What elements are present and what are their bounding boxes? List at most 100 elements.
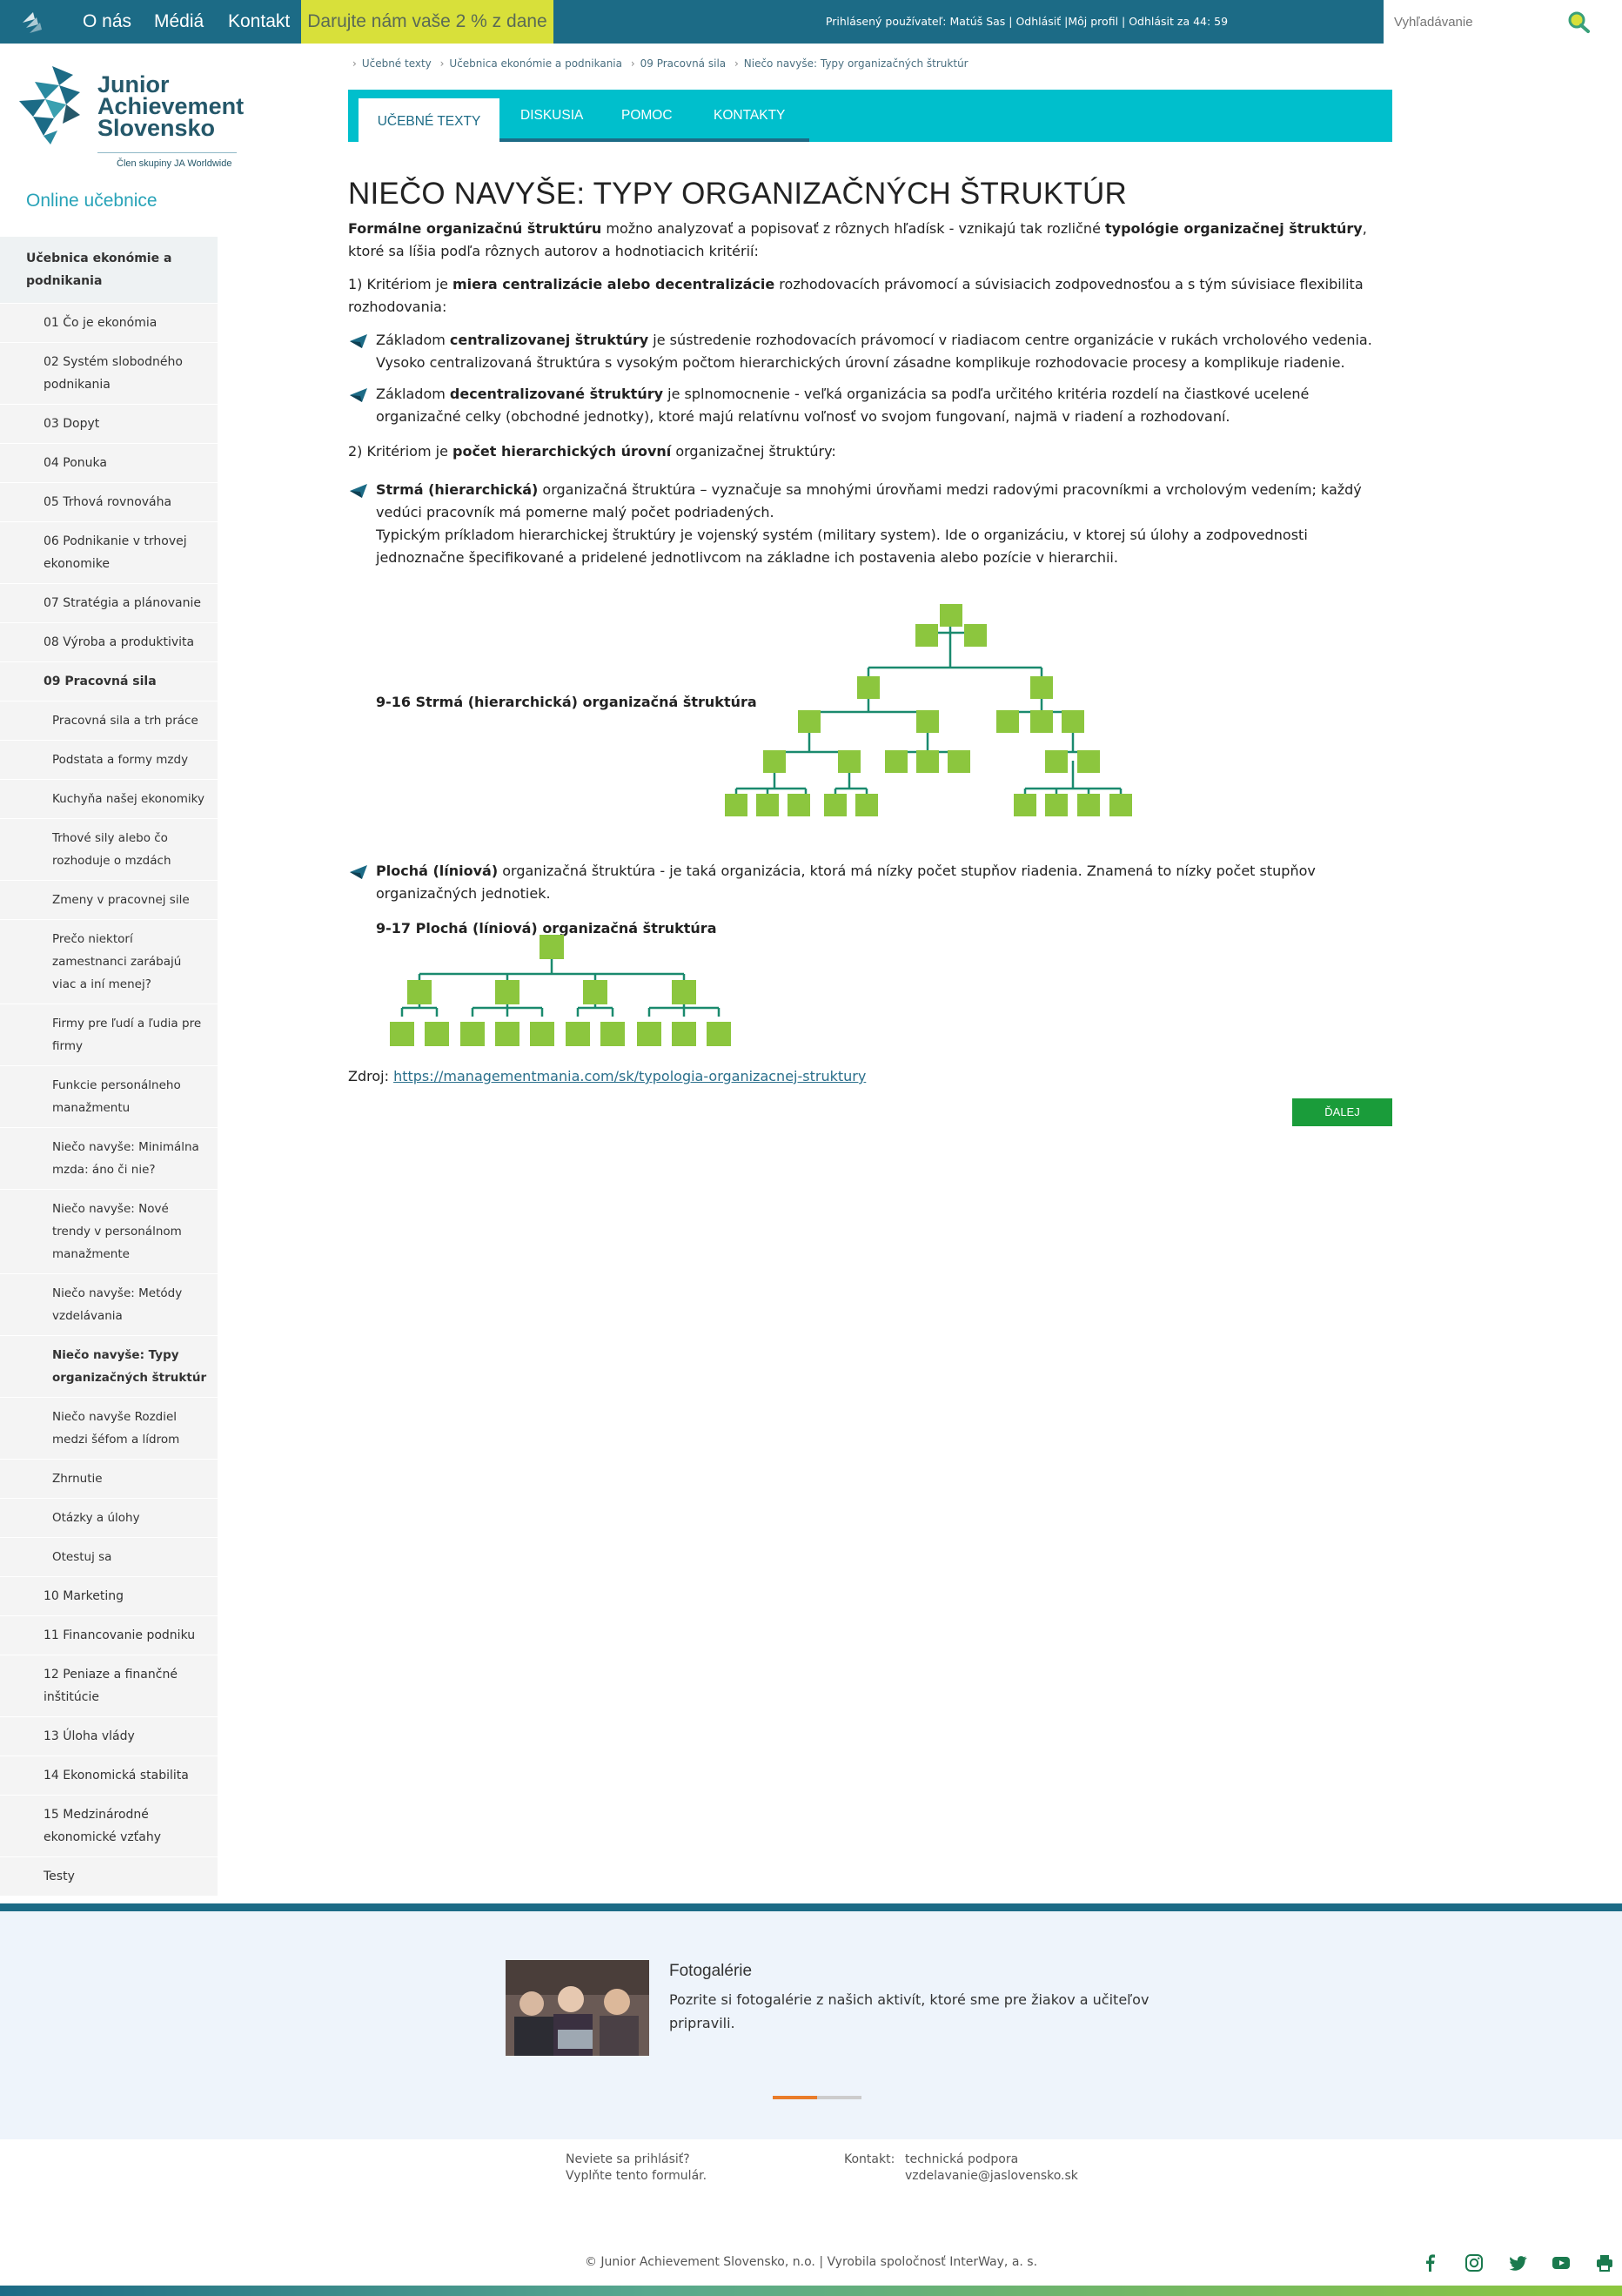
sidebar-item[interactable]: Niečo navyše: Typy organizačných štruktú… bbox=[0, 1336, 218, 1398]
nav-kontakt[interactable]: Kontakt bbox=[228, 0, 290, 44]
gallery-title[interactable]: Fotogalérie bbox=[669, 1962, 752, 1981]
content-tabs: UČEBNÉ TEXTY DISKUSIA POMOC KONTAKTY bbox=[348, 90, 1392, 142]
sidebar-title[interactable]: Online učebnice bbox=[26, 191, 158, 211]
bullet-flat: Plochá (líniová) organizačná štruktúra -… bbox=[348, 860, 1392, 905]
tab-pomoc[interactable]: POMOC bbox=[621, 90, 673, 142]
breadcrumb-current: Niečo navyše: Typy organizačných štruktú… bbox=[743, 57, 969, 70]
sidebar-item[interactable]: Otázky a úlohy bbox=[0, 1499, 218, 1538]
sidebar-item[interactable]: Pracovná sila a trh práce bbox=[0, 702, 218, 741]
sidebar-item[interactable]: Podstata a formy mzdy bbox=[0, 741, 218, 780]
sidebar-item[interactable]: Niečo navyše: Minimálna mzda: áno či nie… bbox=[0, 1128, 218, 1190]
user-info: Prihlásený používateľ: Matúš Sas | Odhlá… bbox=[825, 15, 1229, 28]
sidebar-item[interactable]: Firmy pre ľudí a ľudia pre firmy bbox=[0, 1004, 218, 1066]
bullet-arrow-icon bbox=[350, 865, 367, 879]
tab-kontakty[interactable]: KONTAKTY bbox=[714, 90, 785, 142]
top-bar: O nás Médiá Kontakt Darujte nám vaše 2 %… bbox=[0, 0, 1622, 44]
sidebar-item[interactable]: 07 Stratégia a plánovanie bbox=[0, 584, 218, 623]
login-form-link[interactable]: Vyplňte tento formulár. bbox=[566, 2168, 707, 2185]
nav-o-nas[interactable]: O nás bbox=[83, 0, 131, 44]
sidebar-item[interactable]: 15 Medzinárodné ekonomické vzťahy bbox=[0, 1796, 218, 1857]
carousel-pager[interactable] bbox=[773, 2096, 861, 2099]
bullet-steep: Strmá (hierarchická) organizačná štruktú… bbox=[348, 479, 1392, 569]
copyright: © Junior Achievement Slovensko, n.o. | V… bbox=[584, 2255, 1038, 2269]
tabs-underline bbox=[499, 138, 809, 142]
sidebar-item[interactable]: 08 Výroba a produktivita bbox=[0, 623, 218, 662]
login-help: Neviete sa prihlásiť? Vyplňte tento form… bbox=[566, 2152, 707, 2185]
logo-tagline: Člen skupiny JA Worldwide bbox=[117, 158, 232, 169]
sidebar-item[interactable]: Zmeny v pracovnej sile bbox=[0, 881, 218, 920]
bullet-arrow-icon bbox=[350, 334, 367, 348]
sidebar-item[interactable]: Niečo navyše Rozdiel medzi šéfom a lídro… bbox=[0, 1398, 218, 1460]
breadcrumb-chevron-icon: › bbox=[734, 57, 739, 70]
breadcrumb-item[interactable]: 09 Pracovná sila bbox=[640, 57, 726, 70]
main-content: NIEČO NAVYŠE: TYPY ORGANIZAČNÝCH ŠTRUKTÚ… bbox=[348, 174, 1392, 1130]
figure-caption-9-16: 9-16 Strmá (hierarchická) organizačná št… bbox=[376, 694, 757, 710]
sidebar-item[interactable]: Kuchyňa našej ekonomiky bbox=[0, 780, 218, 819]
sidebar-item[interactable]: 05 Trhová rovnováha bbox=[0, 483, 218, 522]
twitter-icon[interactable] bbox=[1508, 2253, 1527, 2273]
sidebar-item[interactable]: 12 Peniaze a finančné inštitúcie bbox=[0, 1655, 218, 1717]
sidebar-item[interactable]: 13 Úloha vlády bbox=[0, 1717, 218, 1756]
sidebar-item[interactable]: Učebnica ekonómie a podnikania bbox=[0, 237, 218, 304]
footer-top-stripe bbox=[0, 1903, 1622, 1911]
sidebar-item[interactable]: Otestuj sa bbox=[0, 1538, 218, 1577]
logo-text-slovensko: Slovensko bbox=[97, 115, 216, 141]
bullet-arrow-icon bbox=[350, 388, 367, 402]
sidebar-item[interactable]: Niečo navyše: Nové trendy v personálnom … bbox=[0, 1190, 218, 1274]
donate-button[interactable]: Darujte nám vaše 2 % z dane bbox=[301, 0, 553, 44]
tab-ucebne-texty[interactable]: UČEBNÉ TEXTY bbox=[359, 98, 499, 142]
sidebar-item[interactable]: 03 Dopyt bbox=[0, 405, 218, 444]
youtube-icon[interactable] bbox=[1552, 2253, 1571, 2273]
breadcrumb: › Učebné texty › Učebnica ekonómie a podni… bbox=[352, 57, 974, 70]
flat-org-chart bbox=[390, 935, 731, 1046]
sidebar-item[interactable]: 01 Čo je ekonómia bbox=[0, 304, 218, 343]
footer-bottom-stripe bbox=[0, 2286, 1622, 2296]
facebook-icon[interactable] bbox=[1421, 2253, 1440, 2273]
sidebar-item[interactable]: Funkcie personálneho manažmentu bbox=[0, 1066, 218, 1128]
sidebar-item[interactable]: Prečo niektorí zamestnanci zarábajú viac… bbox=[0, 920, 218, 1004]
criterion-2: 2) Kritériom je počet hierarchických úro… bbox=[348, 443, 836, 460]
tab-diskusia[interactable]: DISKUSIA bbox=[520, 90, 583, 142]
search-input[interactable] bbox=[1394, 10, 1568, 33]
bullet-decentralized: Základom decentralizované štruktúry je s… bbox=[348, 383, 1392, 428]
sidebar-item[interactable]: 04 Ponuka bbox=[0, 444, 218, 483]
print-icon[interactable] bbox=[1595, 2253, 1614, 2273]
criterion-1: 1) Kritériom je miera centralizácie aleb… bbox=[348, 276, 1364, 315]
nav-media[interactable]: Médiá bbox=[154, 0, 204, 44]
footer-gallery-section: Fotogalérie Pozrite si fotogalérie z naš… bbox=[0, 1911, 1622, 2139]
sidebar-item[interactable]: 02 Systém slobodného podnikania bbox=[0, 343, 218, 405]
sidebar-item[interactable]: Zhrnutie bbox=[0, 1460, 218, 1499]
sidebar-item[interactable]: 14 Ekonomická stabilita bbox=[0, 1756, 218, 1796]
breadcrumb-item[interactable]: Učebné texty bbox=[362, 57, 432, 70]
sidebar-item[interactable]: Niečo navyše: Metódy vzdelávania bbox=[0, 1274, 218, 1336]
steep-org-chart bbox=[725, 604, 1132, 816]
breadcrumb-item[interactable]: Učebnica ekonómie a podnikania bbox=[449, 57, 622, 70]
contact-label: Kontakt: bbox=[844, 2152, 895, 2166]
logo-divider bbox=[97, 152, 237, 153]
sidebar-item[interactable]: 09 Pracovná sila bbox=[0, 662, 218, 702]
sidebar-item[interactable]: 06 Podnikanie v trhovej ekonomike bbox=[0, 522, 218, 584]
sidebar-item[interactable]: Trhové sily alebo čo rozhoduje o mzdách bbox=[0, 819, 218, 881]
search-icon[interactable] bbox=[1565, 9, 1592, 35]
page-title: NIEČO NAVYŠE: TYPY ORGANIZAČNÝCH ŠTRUKTÚ… bbox=[348, 177, 1128, 211]
next-button[interactable]: ĎALEJ bbox=[1292, 1098, 1392, 1126]
pager-active bbox=[773, 2096, 817, 2099]
bullet-centralized: Základom centralizovanej štruktúry je sú… bbox=[348, 329, 1392, 374]
breadcrumb-chevron-icon: › bbox=[439, 57, 445, 70]
contact-email-link[interactable]: vzdelavanie@jaslovensko.sk bbox=[905, 2168, 1078, 2185]
steep-structure-figure: 9-16 Strmá (hierarchická) organizačná št… bbox=[348, 595, 1392, 848]
flat-structure-figure: 9-17 Plochá (líniová) organizačná štrukt… bbox=[348, 917, 1392, 1065]
source-link[interactable]: https://managementmania.com/sk/typologia… bbox=[393, 1068, 866, 1084]
sidebar-item[interactable]: 11 Financovanie podniku bbox=[0, 1616, 218, 1655]
breadcrumb-chevron-icon: › bbox=[630, 57, 635, 70]
instagram-icon[interactable] bbox=[1464, 2253, 1484, 2273]
ja-logo-icon[interactable] bbox=[16, 5, 50, 38]
footer-links: Neviete sa prihlásiť? Vyplňte tento form… bbox=[0, 2139, 1622, 2270]
breadcrumb-chevron-icon: › bbox=[352, 57, 357, 70]
gallery-photo[interactable] bbox=[506, 1960, 649, 2056]
sidebar-item[interactable]: 10 Marketing bbox=[0, 1577, 218, 1616]
intro-paragraph: Formálne organizačnú štruktúru možno ana… bbox=[348, 220, 1367, 259]
ja-slovensko-logo[interactable]: Junior Achievement Slovensko Člen skupin… bbox=[19, 66, 254, 174]
bullet-arrow-icon bbox=[350, 484, 367, 498]
sidebar-item[interactable]: Testy bbox=[0, 1857, 218, 1897]
